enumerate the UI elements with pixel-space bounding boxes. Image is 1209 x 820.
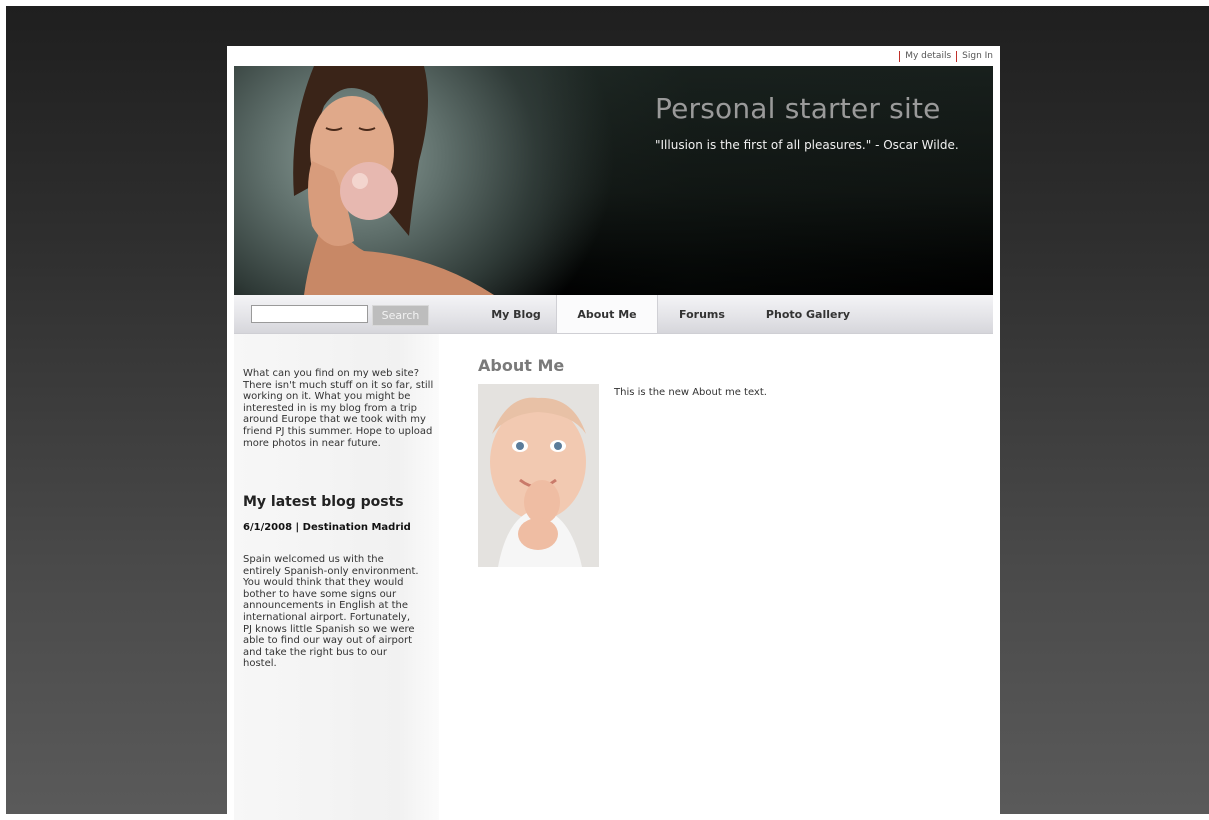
browser-viewport: My details Sign In Personal starter site… (6, 6, 1209, 820)
about-me-text: This is the new About me text. (614, 387, 767, 398)
nav-photo-gallery[interactable]: Photo Gallery (748, 295, 868, 333)
page-container: My details Sign In Personal starter site… (227, 46, 1000, 820)
header-banner: Personal starter site "Illusion is the f… (234, 66, 993, 295)
search-button[interactable]: Search (372, 305, 429, 326)
blog-post-excerpt: Spain welcomed us with the entirely Span… (243, 554, 419, 670)
top-links: My details Sign In (894, 49, 993, 63)
blog-post-title[interactable]: 6/1/2008 | Destination Madrid (243, 522, 411, 533)
my-details-link[interactable]: My details (905, 51, 951, 61)
link-separator (899, 50, 901, 62)
sign-in-link[interactable]: Sign In (962, 51, 993, 61)
site-quote: "Illusion is the first of all pleasures.… (655, 138, 959, 152)
nav-forums[interactable]: Forums (658, 295, 746, 333)
page-title: About Me (478, 356, 565, 375)
sidebar-heading: My latest blog posts (243, 494, 404, 510)
site-title: Personal starter site (655, 92, 941, 125)
banner-woman-image (293, 66, 494, 295)
about-me-photo (478, 384, 599, 567)
sidebar-intro-text: What can you find on my web site? There … (243, 368, 434, 449)
nav-about-me[interactable]: About Me (556, 295, 658, 333)
link-separator (956, 50, 958, 62)
navigation-bar: Search My Blog About Me Forums Photo Gal… (234, 295, 993, 334)
search-input[interactable] (251, 305, 368, 323)
nav-my-blog[interactable]: My Blog (478, 295, 554, 333)
sidebar: What can you find on my web site? There … (234, 334, 439, 820)
baby-photo (478, 384, 599, 567)
